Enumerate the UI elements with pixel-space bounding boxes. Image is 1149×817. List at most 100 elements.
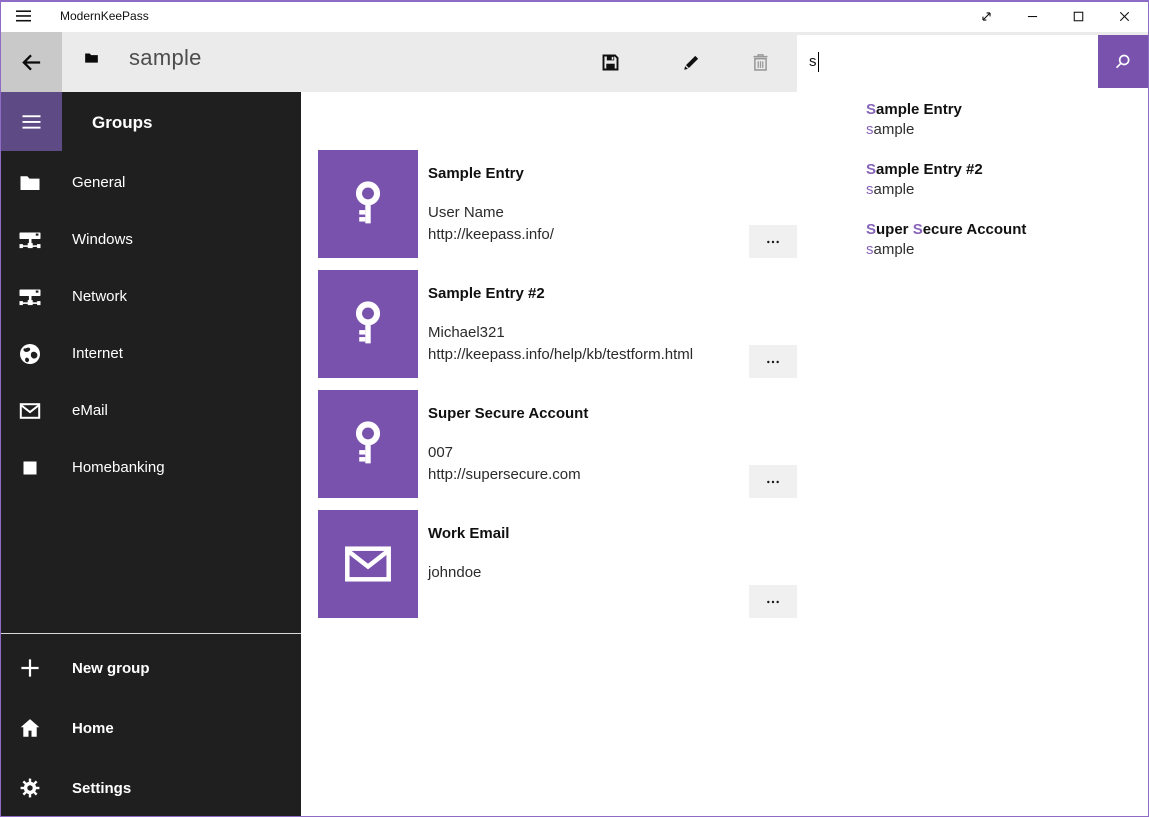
entry-details: 007http://supersecure.com — [428, 442, 581, 485]
entry-row[interactable]: Sample Entry User Namehttp://keepass.info… — [318, 150, 799, 258]
delete-icon — [750, 52, 771, 73]
mail-icon — [341, 537, 395, 591]
save-icon — [600, 52, 621, 73]
plus-icon — [18, 656, 42, 680]
entry-detail-line: 007 — [428, 442, 581, 464]
entry-more-button[interactable] — [749, 345, 797, 378]
sidebar-item-internet[interactable]: Internet — [0, 325, 301, 382]
entry-title: Sample Entry — [428, 165, 524, 182]
entry-details: User Namehttp://keepass.info/ — [428, 202, 554, 245]
search-suggestion-item[interactable]: Sample Entry #2sample — [866, 160, 1138, 199]
fullscreen-button[interactable] — [963, 2, 1009, 31]
entry-title: Super Secure Account — [428, 405, 588, 422]
entry-title: Sample Entry #2 — [428, 285, 545, 302]
suggestion-subtitle: sample — [866, 120, 1138, 139]
match-highlight: S — [913, 221, 923, 238]
nav-item-label: eMail — [72, 402, 108, 419]
search-query-text: s — [797, 53, 817, 70]
ellipsis-icon — [760, 594, 786, 610]
square-icon — [18, 456, 42, 480]
edit-icon — [681, 52, 702, 73]
suggestion-subtitle: sample — [866, 180, 1138, 199]
match-highlight: S — [866, 221, 876, 238]
suggestion-title: Sample Entry — [866, 100, 1138, 119]
close-button[interactable] — [1101, 2, 1147, 31]
entry-row[interactable]: Sample Entry #2 Michael321http://keepass.… — [318, 270, 799, 378]
match-highlight: s — [866, 181, 874, 198]
minimize-icon — [1024, 8, 1041, 25]
save-button[interactable] — [586, 32, 634, 92]
match-highlight: S — [866, 161, 876, 178]
sidebar-item-general[interactable]: General — [0, 154, 301, 211]
nav-item-label: Settings — [72, 780, 131, 797]
network-icon — [18, 228, 42, 252]
hamburger-icon — [13, 6, 34, 26]
match-highlight: s — [866, 241, 874, 258]
suggestion-subtitle: sample — [866, 240, 1138, 259]
entry-detail-line: Michael321 — [428, 322, 693, 344]
suggestion-text: ample Entry — [876, 101, 962, 118]
entry-tile[interactable] — [318, 150, 418, 258]
folder-icon — [18, 171, 42, 195]
suggestion-text: ample — [874, 241, 915, 258]
sidebar-item-network[interactable]: Network — [0, 268, 301, 325]
nav-item-label: General — [72, 174, 125, 191]
entry-detail-line: http://supersecure.com — [428, 464, 581, 486]
entry-tile[interactable] — [318, 390, 418, 498]
close-icon — [1116, 8, 1133, 25]
entry-tile[interactable] — [318, 510, 418, 618]
folder-icon — [83, 50, 100, 66]
edit-button[interactable] — [667, 32, 715, 92]
entry-title: Work Email — [428, 525, 509, 542]
sidebar-item-email[interactable]: eMail — [0, 382, 301, 439]
match-highlight: S — [866, 101, 876, 118]
nav-hamburger-button[interactable] — [0, 92, 62, 151]
search-suggestion-item[interactable]: Sample Entrysample — [866, 100, 1138, 139]
suggestion-text: uper — [876, 221, 913, 238]
entry-row[interactable]: Work Email johndoe — [318, 510, 799, 618]
sidebar-action-home[interactable]: Home — [0, 698, 301, 758]
nav-item-label: New group — [72, 660, 150, 677]
entry-more-button[interactable] — [749, 465, 797, 498]
back-button[interactable] — [0, 32, 62, 92]
sidebar-action-settings[interactable]: Settings — [0, 758, 301, 817]
suggestion-text: ample Entry #2 — [876, 161, 983, 178]
minimize-button[interactable] — [1009, 2, 1055, 31]
search-icon — [1113, 52, 1133, 72]
nav-item-label: Internet — [72, 345, 123, 362]
entry-tile[interactable] — [318, 270, 418, 378]
settings-icon — [18, 776, 42, 800]
key-icon — [341, 297, 395, 351]
search-button[interactable] — [1098, 35, 1148, 88]
entry-more-button[interactable] — [749, 225, 797, 258]
suggestion-title: Super Secure Account — [866, 220, 1138, 239]
key-icon — [341, 177, 395, 231]
sidebar-action-list: New group Home Settings — [0, 638, 301, 817]
nav-item-label: Windows — [72, 231, 133, 248]
sidebar: Groups GeneralWindowsNetworkInterneteMai… — [0, 92, 301, 817]
sidebar-item-homebanking[interactable]: Homebanking — [0, 439, 301, 496]
window-title: ModernKeePass — [60, 9, 149, 23]
match-highlight: s — [866, 121, 874, 138]
database-title: sample — [129, 45, 202, 71]
maximize-button[interactable] — [1055, 2, 1101, 31]
entry-more-button[interactable] — [749, 585, 797, 618]
search-suggestion-item[interactable]: Super Secure Accountsample — [866, 220, 1138, 259]
ellipsis-icon — [760, 234, 786, 250]
entry-detail-line: User Name — [428, 202, 554, 224]
sidebar-item-windows[interactable]: Windows — [0, 211, 301, 268]
nav-item-label: Homebanking — [72, 459, 165, 476]
window-controls — [963, 2, 1147, 31]
entry-details: Michael321http://keepass.info/help/kb/te… — [428, 322, 693, 365]
maximize-icon — [1070, 8, 1087, 25]
search-input[interactable]: s — [797, 35, 1098, 88]
search-suggestions-panel: Sample EntrysampleSample Entry #2sampleS… — [797, 88, 1148, 270]
suggestion-text: ample — [874, 181, 915, 198]
suggestion-text: ample — [874, 121, 915, 138]
mail-icon — [18, 399, 42, 423]
entry-row[interactable]: Super Secure Account 007http://supersecur… — [318, 390, 799, 498]
sidebar-action-new-group[interactable]: New group — [0, 638, 301, 698]
entry-detail-line: johndoe — [428, 562, 481, 584]
app-window: ModernKeePass sample s Sample Entrysampl… — [0, 0, 1149, 817]
network-icon — [18, 285, 42, 309]
